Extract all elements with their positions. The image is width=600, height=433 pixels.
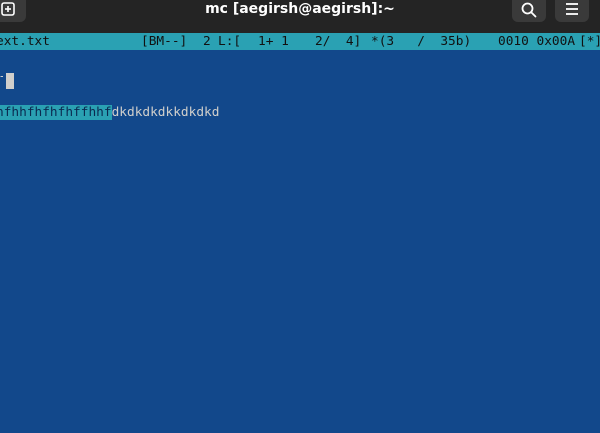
- status-column: 2: [203, 34, 211, 49]
- status-line-position: 1+ 1: [258, 34, 289, 49]
- status-mode: [BM--]: [141, 34, 188, 49]
- editor-text-area[interactable]: + hfhhfhfhfhffhhfdkdkdkdkkdkdkd: [0, 50, 600, 433]
- main-menu-button[interactable]: [555, 0, 589, 22]
- search-button[interactable]: [512, 0, 546, 22]
- terminal-window: mc [aegirsh@aegirsh]:~ ext.txt [BM--] 2 …: [0, 0, 600, 433]
- text-cursor: [6, 73, 14, 89]
- editor-line-1: +: [0, 68, 14, 89]
- line-text: dkdkdkdkkdkdkd: [111, 105, 220, 120]
- hamburger-menu-icon: [566, 3, 578, 15]
- search-icon: [521, 2, 537, 18]
- status-char-info: *(3 / 35b): [371, 34, 472, 49]
- editor-status-bar: ext.txt [BM--] 2 L:[ 1+ 1 2/ 4] *(3 / 35…: [0, 33, 600, 50]
- partial-char: +: [0, 68, 3, 86]
- status-line-of: 2/ 4]: [315, 34, 362, 49]
- status-filename: ext.txt: [0, 34, 50, 49]
- status-line-label: L:[: [218, 34, 242, 49]
- selected-text: hfhhfhfhfhffhhf: [0, 105, 112, 120]
- status-char-code: 0010 0x00A: [498, 34, 576, 49]
- title-bar: mc [aegirsh@aegirsh]:~: [0, 0, 600, 33]
- window-title: mc [aegirsh@aegirsh]:~: [205, 1, 395, 17]
- editor-line-3: hfhhfhfhfhffhhfdkdkdkdkkdkdkd: [0, 104, 219, 122]
- status-modified-flag: [*]: [579, 34, 600, 49]
